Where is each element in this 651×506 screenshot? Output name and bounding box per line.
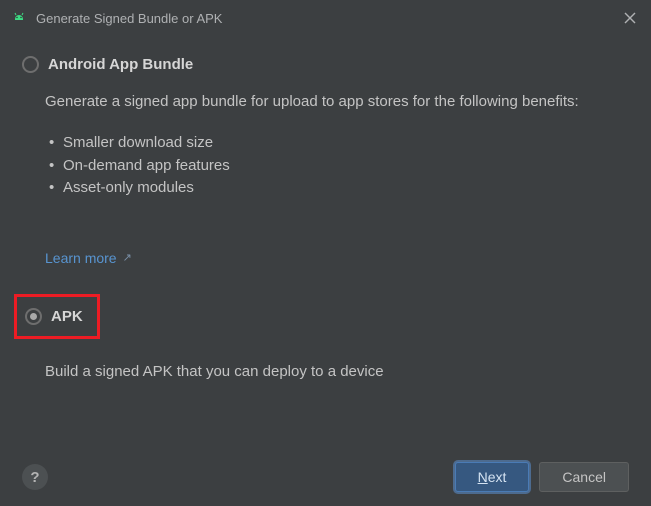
next-button[interactable]: Next bbox=[455, 462, 530, 492]
bundle-description: Generate a signed app bundle for upload … bbox=[45, 91, 629, 112]
external-link-icon: ↗ bbox=[123, 251, 132, 264]
learn-more-label: Learn more bbox=[45, 250, 117, 266]
dialog-footer: ? Next Cancel bbox=[22, 462, 629, 492]
learn-more-link[interactable]: Learn more ↗ bbox=[45, 250, 132, 266]
benefit-item: On-demand app features bbox=[49, 155, 629, 178]
apk-section: APK Build a signed APK that you can depl… bbox=[22, 294, 629, 380]
option-android-app-bundle[interactable]: Android App Bundle bbox=[22, 56, 629, 73]
bundle-section-body: Generate a signed app bundle for upload … bbox=[22, 91, 629, 268]
benefit-item: Asset-only modules bbox=[49, 177, 629, 200]
option-label-apk: APK bbox=[51, 308, 83, 325]
bundle-benefits-list: Smaller download size On-demand app feat… bbox=[45, 132, 629, 200]
dialog-content: Android App Bundle Generate a signed app… bbox=[0, 36, 651, 380]
help-button[interactable]: ? bbox=[22, 464, 48, 490]
radio-bundle[interactable] bbox=[22, 56, 39, 73]
option-label-bundle: Android App Bundle bbox=[48, 56, 193, 73]
benefit-item: Smaller download size bbox=[49, 132, 629, 155]
radio-apk[interactable] bbox=[25, 308, 42, 325]
apk-highlight: APK bbox=[14, 294, 100, 339]
titlebar: Generate Signed Bundle or APK bbox=[0, 0, 651, 36]
dialog-title: Generate Signed Bundle or APK bbox=[36, 11, 623, 26]
android-icon bbox=[10, 9, 28, 27]
apk-description: Build a signed APK that you can deploy t… bbox=[22, 363, 629, 380]
cancel-label: Cancel bbox=[562, 469, 606, 485]
option-apk[interactable]: APK bbox=[25, 308, 83, 325]
close-icon[interactable] bbox=[623, 11, 637, 25]
cancel-button[interactable]: Cancel bbox=[539, 462, 629, 492]
help-icon: ? bbox=[30, 469, 39, 486]
